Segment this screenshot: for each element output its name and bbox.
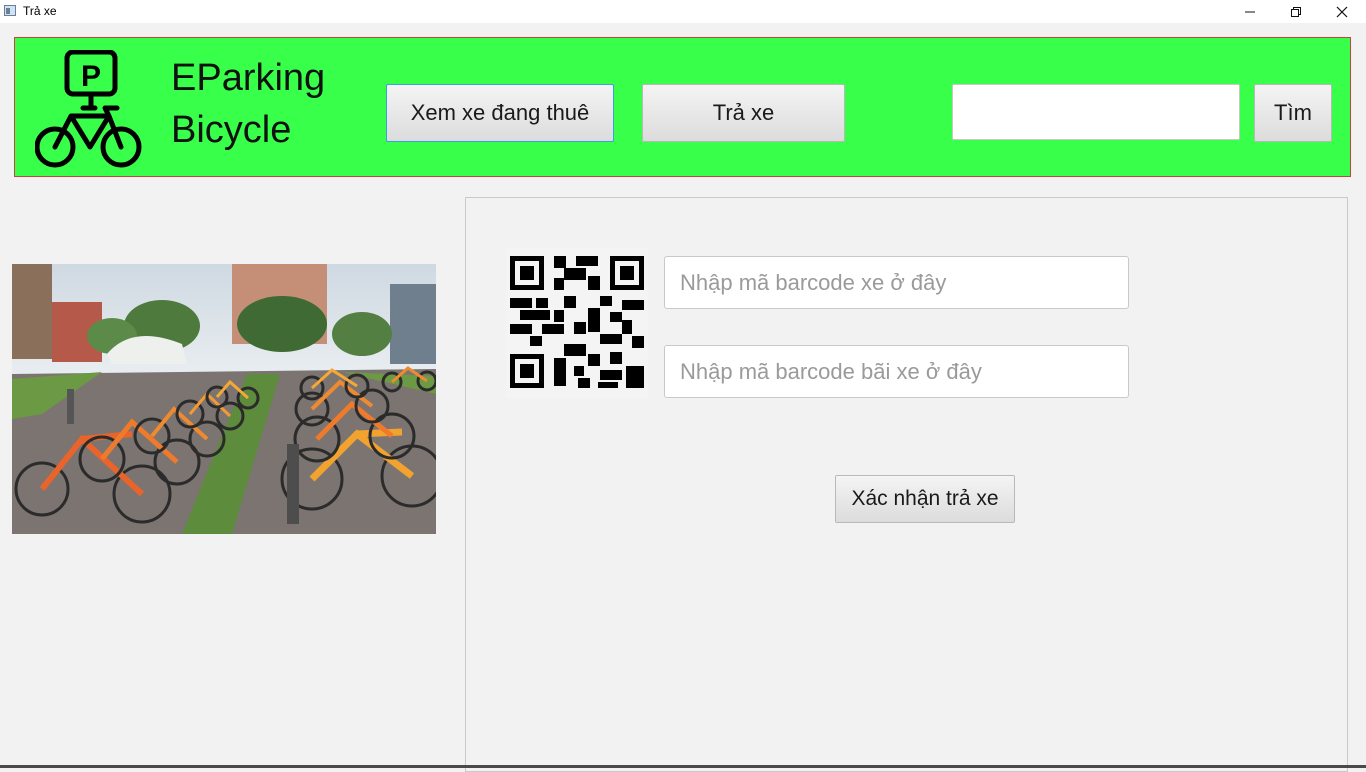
view-rented-bikes-button[interactable]: Xem xe đang thuê — [386, 84, 614, 142]
brand-name: EParking Bicycle — [171, 52, 325, 156]
svg-text:P: P — [81, 60, 101, 93]
bike-station-photo — [12, 264, 436, 534]
dock-barcode-input[interactable] — [664, 345, 1129, 398]
search-button[interactable]: Tìm — [1254, 84, 1332, 142]
parking-bicycle-icon: P — [34, 49, 145, 170]
brand-line-1: EParking — [171, 57, 326, 99]
search-input[interactable] — [952, 84, 1240, 140]
window-titlebar: Trả xe — [0, 0, 1366, 23]
restore-icon[interactable] — [1273, 0, 1319, 23]
confirm-return-button[interactable]: Xác nhận trả xe — [835, 475, 1015, 523]
qr-code-icon — [506, 248, 648, 398]
minimize-icon[interactable] — [1227, 0, 1273, 23]
app-header: P EParking Bicycle Xem xe đang thuê Trả … — [14, 37, 1351, 177]
bike-barcode-input[interactable] — [664, 256, 1129, 309]
return-bike-panel: Xác nhận trả xe — [465, 197, 1348, 772]
return-bike-button[interactable]: Trả xe — [642, 84, 845, 142]
app-icon — [4, 5, 16, 16]
brand-line-2: Bicycle — [171, 109, 292, 151]
window-title: Trả xe — [23, 4, 57, 18]
close-icon[interactable] — [1319, 0, 1365, 23]
